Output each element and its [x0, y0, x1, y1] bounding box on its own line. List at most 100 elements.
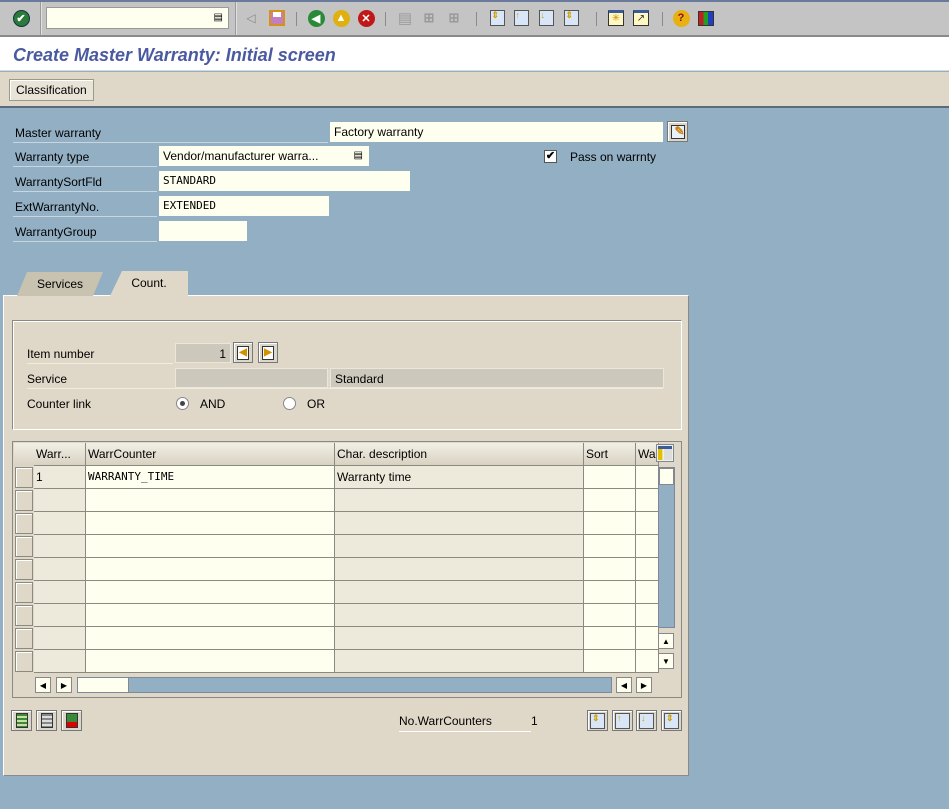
table-cell[interactable] — [335, 489, 584, 512]
table-cell[interactable] — [335, 581, 584, 604]
table-cell[interactable] — [584, 581, 636, 604]
first-entry-button[interactable]: ⇕ — [587, 710, 608, 731]
table-cell[interactable] — [335, 604, 584, 627]
table-cell[interactable] — [34, 512, 86, 535]
column-header[interactable]: WarrCounter — [86, 443, 335, 466]
layout-menu-button[interactable] — [697, 9, 715, 27]
table-cell[interactable] — [584, 604, 636, 627]
select-all-header[interactable] — [14, 443, 34, 466]
table-cell[interactable] — [636, 650, 659, 673]
table-cell[interactable] — [34, 627, 86, 650]
table-cell[interactable] — [86, 604, 335, 627]
table-cell[interactable] — [636, 535, 659, 558]
row-selector[interactable] — [15, 467, 33, 488]
scroll-up-button[interactable]: ▲ — [658, 633, 674, 649]
master-warranty-field[interactable]: Factory warranty — [330, 122, 663, 142]
horizontal-scrollbar[interactable] — [77, 677, 612, 693]
table-cell[interactable] — [335, 512, 584, 535]
table-cell[interactable] — [86, 489, 335, 512]
table-cell[interactable]: WARRANTY_TIME — [86, 466, 335, 489]
previous-entry-button[interactable]: ↑ — [612, 710, 633, 731]
last-entry-button[interactable]: ⇕ — [661, 710, 682, 731]
exit-button[interactable]: ▲ — [332, 9, 350, 27]
back-button[interactable]: ◀ — [307, 9, 325, 27]
table-cell[interactable] — [86, 650, 335, 673]
command-history-icon[interactable]: ▤ — [214, 12, 223, 23]
shortcut-button[interactable]: ↗ — [632, 9, 650, 27]
command-input[interactable] — [47, 8, 228, 28]
table-cell[interactable] — [34, 535, 86, 558]
row-selector[interactable] — [15, 513, 33, 534]
find-next-icon[interactable]: ⊞ — [445, 9, 463, 27]
table-cell[interactable] — [584, 466, 636, 489]
table-cell[interactable] — [86, 627, 335, 650]
delete-row-button[interactable] — [61, 710, 82, 731]
and-radio[interactable] — [176, 397, 189, 410]
row-selector[interactable] — [15, 651, 33, 672]
table-cell[interactable] — [584, 650, 636, 673]
table-cell[interactable] — [335, 558, 584, 581]
table-cell[interactable] — [34, 489, 86, 512]
collapse-arrow-icon[interactable]: ◁ — [242, 9, 260, 27]
print-icon[interactable]: ▤ — [396, 9, 414, 27]
table-cell[interactable] — [86, 512, 335, 535]
row-selector[interactable] — [15, 559, 33, 580]
table-cell[interactable] — [636, 558, 659, 581]
table-cell[interactable] — [34, 581, 86, 604]
column-header[interactable]: Sort — [584, 443, 636, 466]
table-cell[interactable] — [34, 650, 86, 673]
scroll-right-button[interactable]: ▶ — [56, 677, 72, 693]
table-cell[interactable] — [636, 627, 659, 650]
table-cell[interactable]: Warranty time — [335, 466, 584, 489]
column-header[interactable]: Char. description — [335, 443, 584, 466]
table-cell[interactable] — [335, 650, 584, 673]
classification-button[interactable]: Classification — [9, 79, 94, 101]
row-selector[interactable] — [15, 582, 33, 603]
table-cell[interactable] — [34, 558, 86, 581]
previous-page-button[interactable]: ↑ — [512, 9, 530, 27]
tab-count[interactable]: Count. — [110, 271, 188, 296]
table-cell[interactable] — [86, 558, 335, 581]
vertical-scrollbar[interactable] — [658, 467, 675, 628]
table-cell[interactable] — [86, 535, 335, 558]
scroll-left-fixed-button[interactable]: ◀ — [616, 677, 632, 693]
table-cell[interactable] — [335, 627, 584, 650]
select-all-button[interactable] — [11, 710, 32, 731]
create-session-button[interactable]: ✳ — [607, 9, 625, 27]
next-page-button[interactable]: ↓ — [537, 9, 555, 27]
warranty-type-field[interactable]: Vendor/manufacturer warra... ▤ — [159, 146, 369, 166]
pass-on-warranty-checkbox[interactable]: ✔ — [544, 150, 557, 163]
table-cell[interactable] — [34, 604, 86, 627]
table-cell[interactable] — [584, 489, 636, 512]
table-cell[interactable] — [584, 535, 636, 558]
scroll-right-fixed-button[interactable]: ▶ — [636, 677, 652, 693]
ext-warranty-no-input[interactable]: EXTENDED — [159, 196, 329, 216]
table-cell[interactable] — [86, 581, 335, 604]
or-radio[interactable] — [283, 397, 296, 410]
table-cell[interactable] — [636, 489, 659, 512]
deselect-all-button[interactable] — [36, 710, 57, 731]
enter-button[interactable]: ✔ — [12, 9, 30, 27]
find-icon[interactable]: ⊞ — [420, 9, 438, 27]
scroll-down-button[interactable]: ▼ — [658, 653, 674, 669]
row-selector[interactable] — [15, 628, 33, 649]
table-cell[interactable] — [584, 558, 636, 581]
table-cell[interactable] — [636, 604, 659, 627]
last-page-button[interactable]: ⇕ — [562, 9, 580, 27]
table-cell[interactable] — [636, 466, 659, 489]
column-config-button[interactable] — [656, 444, 674, 462]
scroll-left-button[interactable]: ◀ — [35, 677, 51, 693]
help-button[interactable]: ? — [672, 9, 690, 27]
table-cell[interactable] — [584, 627, 636, 650]
table-cell[interactable] — [335, 535, 584, 558]
dropdown-list-icon[interactable]: ▤ — [354, 146, 363, 166]
row-selector[interactable] — [15, 536, 33, 557]
next-item-button[interactable]: ▶ — [258, 342, 278, 363]
command-field[interactable]: ▤ — [46, 7, 229, 29]
table-cell[interactable] — [584, 512, 636, 535]
warranty-sort-field-input[interactable]: STANDARD — [159, 171, 410, 191]
vertical-scroll-thumb[interactable] — [659, 468, 674, 485]
previous-item-button[interactable]: ◀ — [233, 342, 253, 363]
first-page-button[interactable]: ⇕ — [488, 9, 506, 27]
column-header[interactable]: Warr... — [34, 443, 86, 466]
